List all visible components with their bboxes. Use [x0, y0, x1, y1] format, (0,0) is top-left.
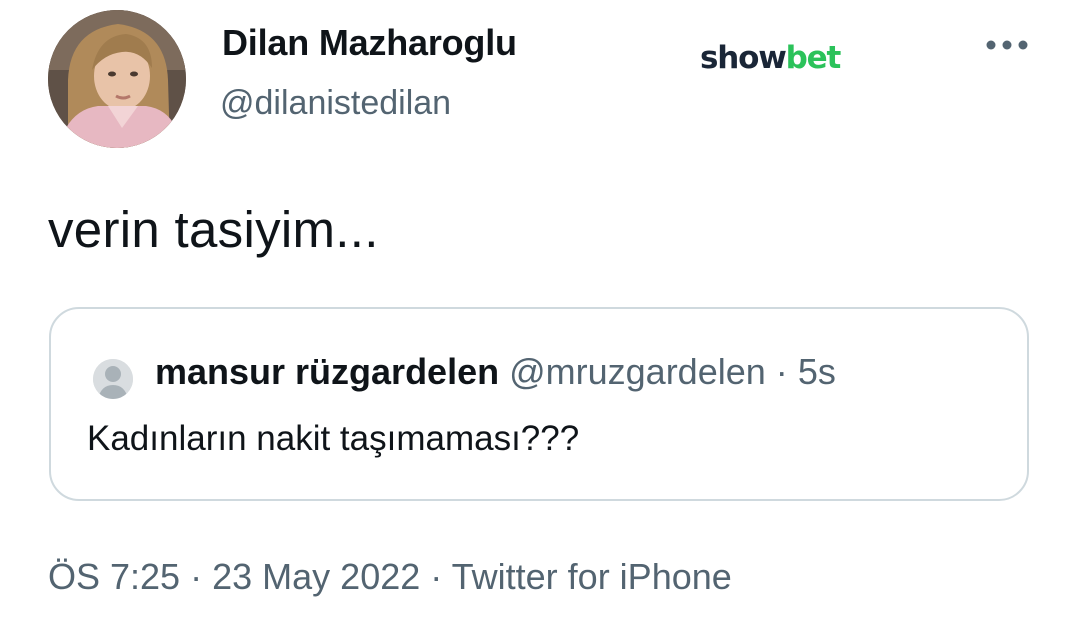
more-options-button[interactable] [982, 32, 1032, 58]
showbet-watermark: showbet [700, 40, 842, 76]
more-horizontal-icon [986, 40, 1028, 50]
author-handle[interactable]: @dilanistedilan [220, 84, 451, 123]
tweet-date[interactable]: 23 May 2022 [212, 556, 420, 597]
quoted-tweet-text: Kadınların nakit taşımaması??? [87, 419, 580, 458]
quoted-author-handle[interactable]: @mruzgardelen [509, 351, 766, 392]
watermark-bet: bet [785, 40, 842, 76]
watermark-show: show [700, 40, 787, 76]
quoted-tweet-header: mansur rüzgardelen @mruzgardelen · 5s [155, 351, 836, 393]
quoted-tweet-time[interactable]: 5s [798, 351, 836, 392]
tweet-text: verin tasiyim... [48, 201, 379, 258]
author-avatar[interactable] [48, 10, 186, 148]
tweet-meta: ÖS 7:25 · 23 May 2022 · Twitter for iPho… [48, 556, 732, 598]
meta-separator: · [190, 556, 203, 597]
meta-separator: · [430, 556, 443, 597]
tweet-source[interactable]: Twitter for iPhone [452, 556, 732, 597]
quoted-header-separator: · [775, 351, 788, 392]
quoted-author-name[interactable]: mansur rüzgardelen [155, 351, 499, 392]
default-avatar-icon [93, 359, 133, 399]
quoted-author-avatar[interactable] [93, 359, 133, 399]
tweet-time[interactable]: ÖS 7:25 [48, 556, 180, 597]
author-display-name[interactable]: Dilan Mazharoglu [222, 22, 517, 64]
quoted-tweet-card[interactable]: mansur rüzgardelen @mruzgardelen · 5s Ka… [49, 307, 1029, 501]
author-avatar-image [48, 10, 186, 148]
